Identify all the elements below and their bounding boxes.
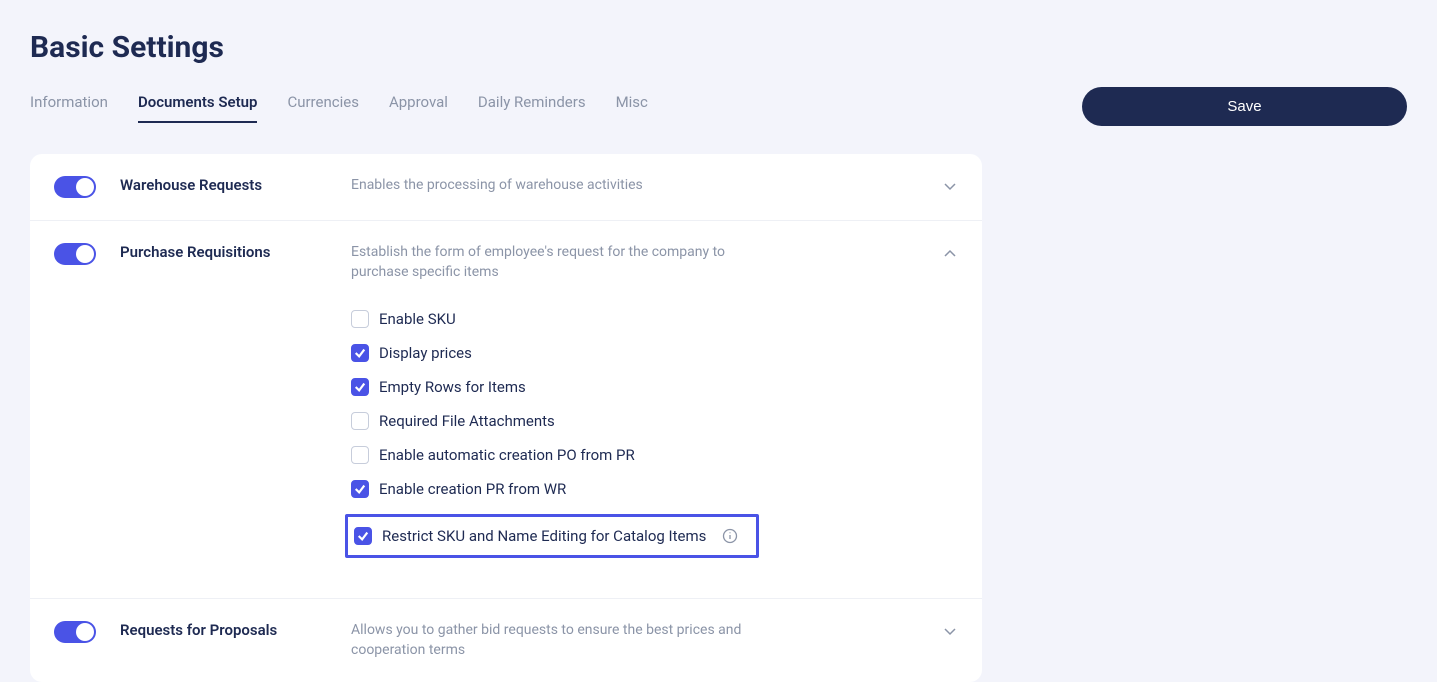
save-button[interactable]: Save [1082,87,1407,126]
options-list: Enable SKU Display prices Empty Rows for… [351,310,958,558]
option-display-prices: Display prices [351,344,958,362]
highlighted-option: Restrict SKU and Name Editing for Catalo… [345,514,759,558]
chevron-down-icon[interactable] [942,178,958,198]
chevron-up-icon[interactable] [942,245,958,265]
section-description: Establish the form of employee's request… [351,243,771,282]
option-restrict-sku-name: Restrict SKU and Name Editing for Catalo… [354,527,738,545]
section-description: Allows you to gather bid requests to ens… [351,621,771,660]
toggle-warehouse-requests[interactable] [54,176,96,198]
section-requests-for-proposals: Requests for Proposals Allows you to gat… [30,599,982,682]
section-warehouse-requests: Warehouse Requests Enables the processin… [30,154,982,221]
option-label: Restrict SKU and Name Editing for Catalo… [382,527,706,545]
section-title: Warehouse Requests [96,176,351,194]
toggle-requests-for-proposals[interactable] [54,621,96,643]
checkbox-display-prices[interactable] [351,344,369,362]
option-auto-po-from-pr: Enable automatic creation PO from PR [351,446,958,464]
settings-panel: Warehouse Requests Enables the processin… [30,154,982,682]
option-empty-rows: Empty Rows for Items [351,378,958,396]
section-title: Requests for Proposals [96,621,351,639]
tab-misc[interactable]: Misc [616,93,648,123]
option-pr-from-wr: Enable creation PR from WR [351,480,958,498]
tab-approval[interactable]: Approval [389,93,448,123]
option-required-attachments: Required File Attachments [351,412,958,430]
tabs: Information Documents Setup Currencies A… [30,93,648,123]
checkbox-restrict-sku-name[interactable] [354,527,372,545]
tab-currencies[interactable]: Currencies [287,93,359,123]
section-description: Enables the processing of warehouse acti… [351,176,643,196]
tab-information[interactable]: Information [30,93,108,123]
page-title: Basic Settings [30,30,1407,65]
tab-daily-reminders[interactable]: Daily Reminders [478,93,586,123]
tab-documents-setup[interactable]: Documents Setup [138,93,258,123]
option-label: Required File Attachments [379,412,555,430]
option-enable-sku: Enable SKU [351,310,958,328]
option-label: Display prices [379,344,472,362]
option-label: Enable creation PR from WR [379,480,566,498]
section-title: Purchase Requisitions [96,243,351,261]
option-label: Enable SKU [379,310,456,328]
checkbox-pr-from-wr[interactable] [351,480,369,498]
toggle-purchase-requisitions[interactable] [54,243,96,265]
section-purchase-requisitions: Purchase Requisitions Establish the form… [30,221,982,599]
checkbox-enable-sku[interactable] [351,310,369,328]
option-label: Enable automatic creation PO from PR [379,446,635,464]
option-label: Empty Rows for Items [379,378,526,396]
checkbox-required-attachments[interactable] [351,412,369,430]
checkbox-auto-po-from-pr[interactable] [351,446,369,464]
chevron-down-icon[interactable] [942,623,958,643]
info-icon[interactable] [722,528,738,544]
checkbox-empty-rows[interactable] [351,378,369,396]
